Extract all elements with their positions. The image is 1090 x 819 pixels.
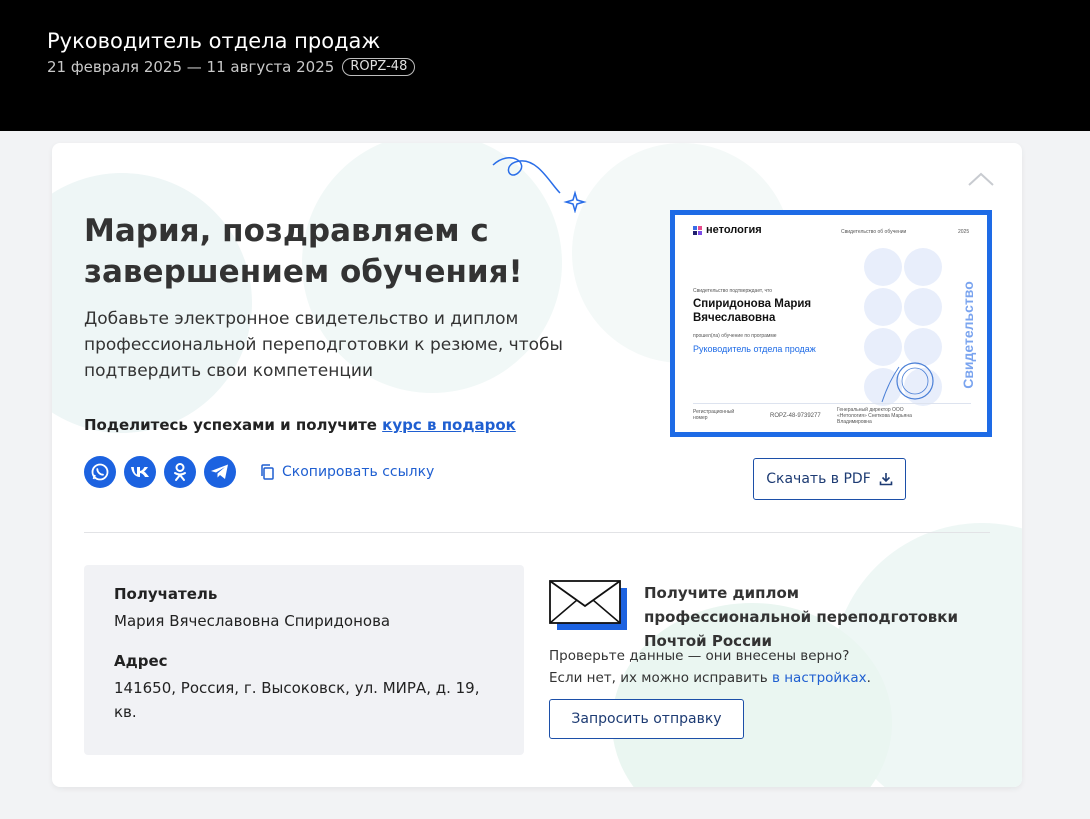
certificate-body: нетология Свидетельство об обучении 2025… (675, 215, 987, 432)
certificate-director: Генеральный директор ООО «Нетология» Сне… (837, 407, 912, 425)
congrats-heading: Мария, поздравляем с завершением обучени… (84, 213, 523, 290)
odnoklassniki-icon[interactable] (164, 456, 196, 488)
certificate-logo: нетология (693, 224, 762, 236)
share-text: Поделитесь успехами и получите (84, 416, 383, 434)
certificate-side-text: Свидетельство (960, 281, 977, 389)
congrats-lead: Добавьте электронное свидетельство и дип… (84, 309, 563, 381)
netology-logo-icon (693, 225, 702, 235)
download-pdf-button[interactable]: Скачать в PDF (753, 458, 906, 500)
course-title: Руководитель отдела продаж (47, 29, 381, 53)
share-prompt: Поделитесь успехами и получите курс в по… (84, 416, 516, 434)
certificate-confirm-text: Свидетельство подтверждает, что (693, 288, 773, 294)
post-fix-end: . (866, 670, 871, 686)
certificate-program: Руководитель отдела продаж (693, 344, 816, 354)
post-check-text: Проверьте данные — они внесены верно? (549, 648, 850, 664)
course-code-badge: ROPZ-48 (342, 58, 416, 76)
recipient-label: Получатель (114, 585, 218, 603)
certificate-footer-line (693, 403, 971, 404)
section-divider (84, 532, 990, 533)
gift-course-link[interactable]: курс в подарок (382, 416, 516, 434)
certificate-passed-text: прошел(ла) обучение по программе (693, 333, 777, 339)
course-dates-row: 21 февраля 2025 — 11 августа 2025 ROPZ-4… (47, 58, 416, 76)
post-fix-row: Если нет, их можно исправить в настройка… (549, 667, 969, 689)
vk-icon[interactable] (124, 456, 156, 488)
address-label: Адрес (114, 652, 168, 670)
certificate-type-label: Свидетельство об обучении (841, 229, 907, 235)
whatsapp-icon[interactable] (84, 456, 116, 488)
certificate-year: 2025 (958, 229, 970, 235)
post-fix-text: Если нет, их можно исправить (549, 670, 772, 686)
course-header: Руководитель отдела продаж 21 февраля 20… (0, 0, 1090, 131)
envelope-icon (549, 580, 627, 630)
certificate-preview[interactable]: нетология Свидетельство об обучении 2025… (670, 210, 992, 437)
completion-card: Мария, поздравляем с завершением обучени… (52, 143, 1022, 787)
certificate-name: Спиридонова Мария Вячеславовна (693, 298, 812, 324)
course-dates: 21 февраля 2025 — 11 августа 2025 (47, 58, 335, 76)
certificate-side-label: Свидетельство (957, 255, 979, 415)
recipient-name: Мария Вячеславовна Спиридонова (114, 612, 391, 630)
certificate-brand: нетология (706, 224, 762, 236)
settings-link[interactable]: в настройках (772, 670, 867, 686)
collapse-chevron-icon[interactable] (966, 171, 996, 189)
copy-link-label: Скопировать ссылку (282, 464, 435, 480)
post-delivery-text: Проверьте данные — они внесены верно? Ес… (549, 645, 969, 689)
copy-link-button[interactable]: Скопировать ссылку (260, 464, 434, 480)
copy-icon (261, 464, 274, 480)
post-delivery-title: Получите диплом профессиональной перепод… (644, 584, 958, 650)
squiggle-decoration (492, 157, 587, 213)
certificate-reg-label: Регистрационный номер (693, 409, 735, 421)
recipient-panel: Получатель Мария Вячеславовна Спиридонов… (84, 565, 524, 755)
telegram-icon[interactable] (204, 456, 236, 488)
stamp-seal (881, 362, 934, 403)
request-shipping-button[interactable]: Запросить отправку (549, 699, 744, 739)
download-icon (879, 473, 893, 486)
recipient-address: 141650, Россия, г. Высоковск, ул. МИРА, … (114, 679, 480, 721)
social-share-row (84, 456, 236, 488)
download-pdf-label: Скачать в PDF (766, 471, 871, 487)
certificate-reg-number: ROPZ-48-9739277 (770, 413, 821, 419)
